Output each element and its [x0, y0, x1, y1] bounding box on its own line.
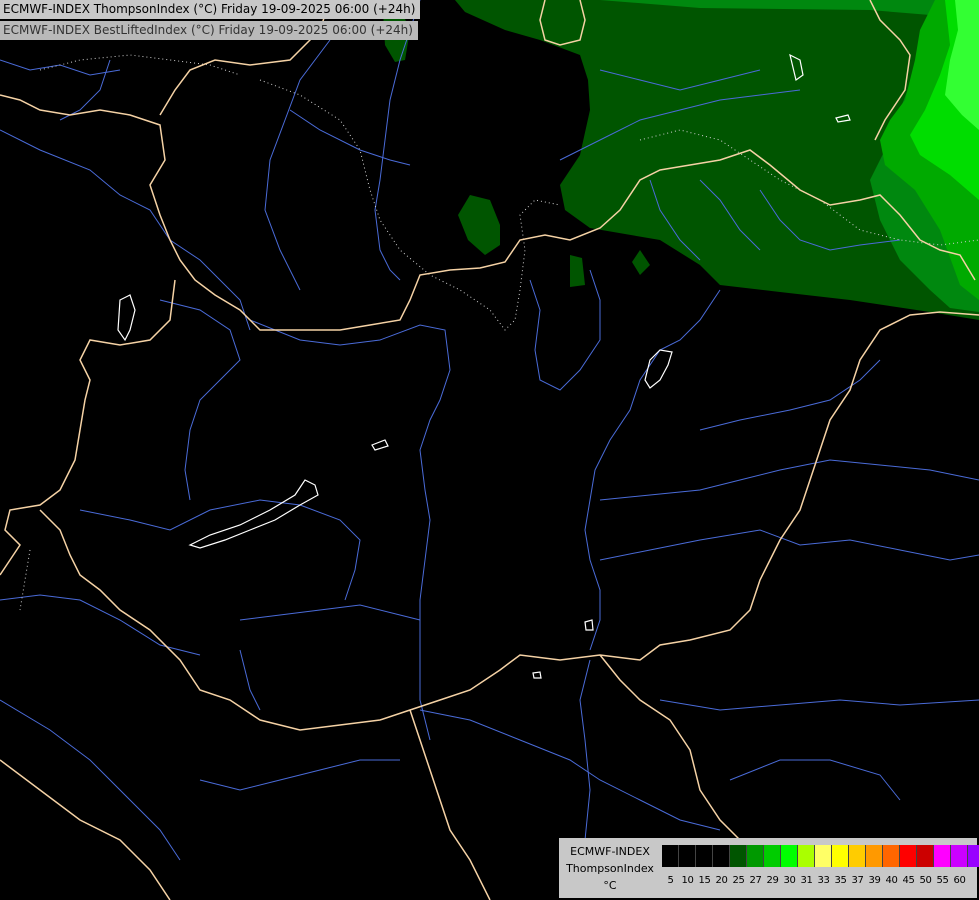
legend-swatch	[883, 845, 900, 867]
river-18	[729, 759, 901, 801]
legend-tick-label: 30	[783, 875, 796, 886]
map-title-primary: ECMWF-INDEX ThompsonIndex (°C) Friday 19…	[0, 0, 421, 19]
legend-variable: ThompsonIndex	[566, 862, 654, 875]
boundary-2	[39, 54, 241, 76]
legend-swatch	[713, 845, 730, 867]
legend-unit: °C	[603, 879, 617, 892]
lake-tisza	[644, 349, 673, 389]
legend-tick-label: 40	[885, 875, 898, 886]
river-11	[79, 499, 361, 601]
ti-zone-20-25-small1	[570, 255, 585, 287]
river-16	[579, 659, 591, 841]
river-20	[199, 759, 400, 791]
river-3	[264, 39, 331, 291]
color-legend: ECMWF-INDEX ThompsonIndex °C 5 10 15 20 25 27…	[559, 838, 979, 898]
legend-tick-label: 35	[834, 875, 847, 886]
legend-swatch	[917, 845, 934, 867]
border-sw	[39, 311, 979, 731]
legend-tick-label: 27	[749, 875, 762, 886]
legend-ticks: 5 10 15 20 25 27 29 30 31 33 35 37 39 40 45 50 55 60	[662, 875, 968, 887]
legend-swatch	[696, 845, 713, 867]
river-25	[159, 299, 241, 501]
legend-tick-label: 5	[667, 875, 674, 886]
river-tisza	[584, 289, 721, 651]
ti-zone-20-25-blob	[458, 195, 500, 255]
boundary-4	[19, 549, 31, 611]
legend-tick-label: 25	[732, 875, 745, 886]
lake-neusiedl	[117, 294, 136, 342]
legend-swatch	[849, 845, 866, 867]
ti-zone-20-25-small2	[632, 250, 650, 275]
lake-south-2	[532, 671, 542, 679]
thompson-index-shading	[383, 0, 979, 320]
river-10	[699, 359, 881, 431]
legend-model: ECMWF-INDEX	[570, 845, 650, 858]
lake-south-1	[584, 619, 594, 631]
legend-swatch	[968, 845, 979, 867]
river-6	[289, 109, 411, 166]
legend-swatch	[781, 845, 798, 867]
river-9	[599, 529, 979, 561]
legend-tick-label: 37	[851, 875, 864, 886]
map-page: ECMWF-INDEX ThompsonIndex (°C) Friday 19…	[0, 0, 979, 900]
weather-map	[0, 0, 979, 900]
river-2	[0, 59, 121, 76]
legend-tick-label: 20	[715, 875, 728, 886]
legend-tick-label: 10	[681, 875, 694, 886]
legend-tick-label: 55	[936, 875, 949, 886]
river-14	[0, 594, 201, 656]
lake-velence	[371, 439, 389, 451]
map-title-secondary: ECMWF-INDEX BestLiftedIndex (°C) Friday …	[0, 21, 418, 40]
river-7	[529, 269, 601, 391]
border-south-1	[409, 709, 491, 900]
legend-tick-label: 33	[817, 875, 830, 886]
border-south-3	[0, 759, 171, 900]
legend-tick-label: 31	[800, 875, 813, 886]
legend-swatch	[764, 845, 781, 867]
legend-swatch	[934, 845, 951, 867]
legend-tick-label: 60	[953, 875, 966, 886]
river-12	[239, 604, 421, 621]
legend-tick-label: 39	[868, 875, 881, 886]
legend-swatch	[832, 845, 849, 867]
legend-swatch	[900, 845, 917, 867]
legend-tick-label: 50	[919, 875, 932, 886]
river-8	[599, 459, 979, 501]
legend-swatch	[662, 845, 679, 867]
river-1	[0, 129, 251, 331]
lake-balaton	[188, 479, 319, 549]
border-west	[0, 279, 176, 576]
legend-swatch	[730, 845, 747, 867]
legend-tick-label: 29	[766, 875, 779, 886]
legend-swatch	[679, 845, 696, 867]
legend-swatch	[747, 845, 764, 867]
boundary-1	[259, 79, 561, 331]
river-17	[659, 699, 979, 711]
border-south-2	[599, 654, 741, 841]
legend-tick-label: 15	[698, 875, 711, 886]
legend-swatch	[951, 845, 968, 867]
legend-swatch	[798, 845, 815, 867]
legend-swatches	[662, 845, 979, 867]
legend-tick-label: 45	[902, 875, 915, 886]
river-13	[239, 649, 261, 711]
legend-swatch	[866, 845, 883, 867]
legend-swatch	[815, 845, 832, 867]
